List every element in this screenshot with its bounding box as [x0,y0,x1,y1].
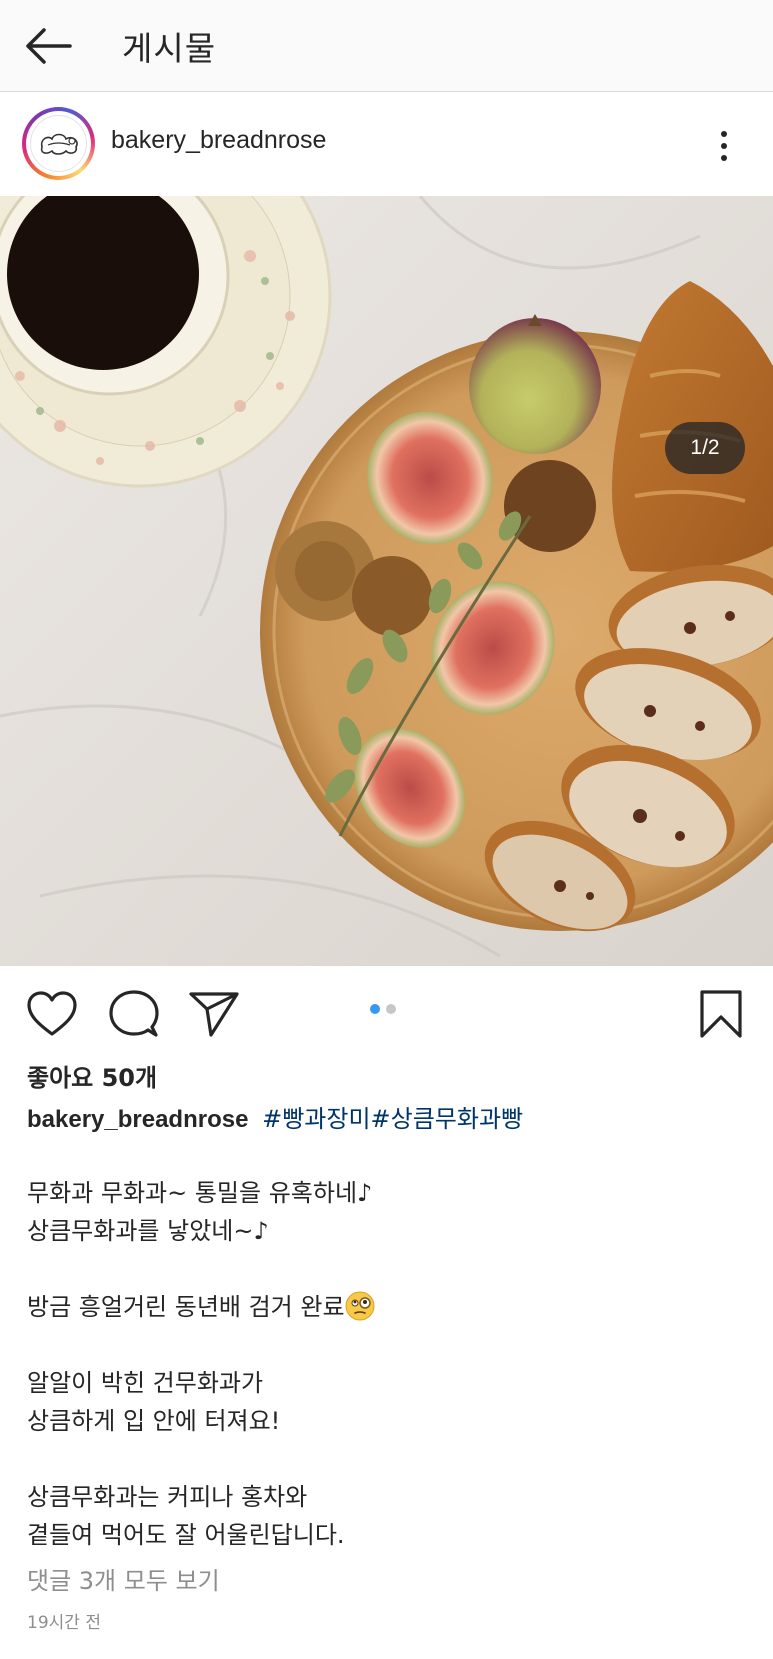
caption-line: 방금 흥얼거린 동년배 검거 완료 [27,1293,345,1321]
caption-line: 상큼무화과를 낳았네~♪ [27,1217,269,1245]
hashtag-2[interactable]: #상큼무화과빵 [371,1105,524,1133]
bakery-logo-icon [30,115,87,172]
caption-line [27,1250,757,1288]
likes-count[interactable]: 좋아요 50개 [27,1058,157,1093]
caption-line [27,1326,757,1364]
post-username[interactable]: bakery_breadnrose [111,126,326,155]
arrow-left-icon [26,28,72,64]
comment-button[interactable] [106,986,162,1042]
post-timestamp: 19시간 전 [27,1613,101,1633]
post-header: bakery_breadnrose [0,93,773,196]
caption-line: 무화과 무화과~ 통밀을 유혹하네♪ [27,1179,373,1207]
more-options-button[interactable] [708,121,740,171]
comment-icon [109,990,159,1037]
carousel-dot-1 [370,1004,380,1014]
carousel-dot-2 [386,1004,396,1014]
save-button[interactable] [693,986,749,1042]
page-title: 게시물 [122,29,217,68]
face-with-monocle-emoji-icon [345,1291,375,1321]
view-all-comments-link[interactable]: 댓글 3개 모두 보기 [27,1561,220,1596]
heart-icon [27,991,77,1036]
caption-line: 상큼무화과는 커피나 홍차와 [27,1483,308,1511]
caption-line: 곁들여 먹어도 잘 어울린답니다. [27,1521,345,1549]
image-counter-badge: 1/2 [665,422,745,474]
caption-body: 무화과 무화과~ 통밀을 유혹하네♪ 상큼무화과를 낳았네~♪ 방금 흥얼거린 … [27,1174,757,1554]
caption-line-with-emoji: 방금 흥얼거린 동년배 검거 완료 [27,1288,757,1326]
post-image[interactable]: 1/2 [0,196,773,966]
carousel-indicator [370,1004,396,1014]
caption-header: bakery_breadnrose #빵과장미#상큼무화과빵 [27,1100,757,1139]
caption-line [27,1440,757,1478]
bookmark-icon [700,990,742,1038]
caption-line: 상큼하게 입 안에 터져요! [27,1407,281,1435]
hashtag-1[interactable]: #빵과장미 [262,1105,370,1133]
top-bar: 게시물 [0,0,773,92]
caption-username[interactable]: bakery_breadnrose [27,1106,248,1133]
avatar[interactable] [22,107,95,180]
send-icon [189,992,239,1037]
back-button[interactable] [20,18,76,74]
share-button[interactable] [186,986,242,1042]
like-button[interactable] [24,986,80,1042]
more-vertical-icon [721,131,727,161]
caption-line: 알알이 박힌 건무화과가 [27,1369,264,1397]
